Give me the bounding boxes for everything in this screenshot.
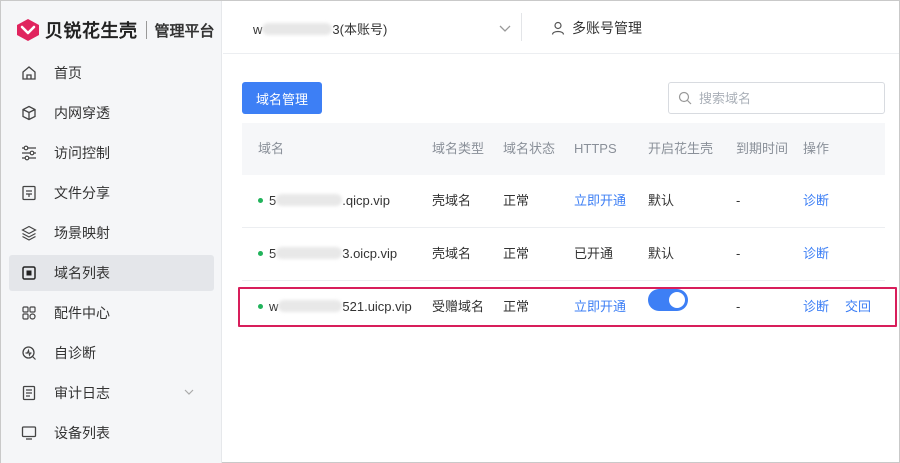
sidebar-item-scene-mapping[interactable]: 场景映射	[9, 215, 214, 251]
brand-subtitle: 管理平台	[154, 22, 215, 40]
col-status: 域名状态	[503, 141, 556, 156]
diagnose-icon	[21, 345, 37, 361]
enable-cell: 默认	[648, 246, 675, 261]
type-cell: 壳域名	[432, 193, 472, 208]
sidebar-item-label: 自诊断	[54, 345, 96, 361]
search-box[interactable]	[668, 82, 885, 114]
sidebar-item-label: 访问控制	[54, 145, 110, 161]
grid-icon	[21, 305, 37, 321]
user-icon	[551, 21, 565, 35]
enable-cell: 默认	[648, 193, 675, 208]
sidebar-item-label: 设备列表	[54, 425, 110, 441]
sidebar-item-label: 配件中心	[54, 305, 110, 321]
sidebar: 贝锐花生壳 管理平台 首页 内网穿透 访问控制 文件分享 场景映射 域名列表 配…	[1, 1, 222, 463]
expire-cell: -	[736, 299, 741, 314]
sidebar-item-accessories[interactable]: 配件中心	[9, 295, 214, 331]
sidebar-item-domain-list[interactable]: 域名列表	[9, 255, 214, 291]
cube-icon	[21, 105, 37, 121]
brand-logo[interactable]: 贝锐花生壳 管理平台	[15, 15, 215, 45]
brand-name: 贝锐花生壳	[45, 21, 138, 41]
header-divider	[521, 13, 522, 41]
return-link[interactable]: 交回	[845, 289, 871, 325]
brand-logo-icon	[17, 19, 39, 41]
status-cell: 正常	[503, 299, 530, 314]
sidebar-item-label: 场景映射	[54, 225, 110, 241]
sliders-icon	[21, 145, 37, 161]
masked-text	[276, 194, 343, 206]
scene-icon	[21, 225, 37, 241]
table-row-highlighted: w 521.uicp.vip 受赠域名 正常 立即开通 - 诊断 交回	[238, 287, 897, 327]
search-icon	[678, 91, 692, 105]
sidebar-item-label: 内网穿透	[54, 105, 110, 121]
table-row: 5 3.oicp.vip 壳域名 正常 已开通 默认 - 诊断	[242, 228, 885, 281]
online-status-dot	[258, 198, 263, 203]
col-domain: 域名	[258, 141, 285, 156]
sidebar-item-self-diagnosis[interactable]: 自诊断	[9, 335, 214, 371]
domain-cell: 5 3.oicp.vip	[258, 228, 397, 280]
chevron-down-icon[interactable]	[498, 21, 512, 35]
expire-cell: -	[736, 246, 741, 261]
diagnose-link[interactable]: 诊断	[803, 175, 829, 227]
col-enable: 开启花生壳	[648, 141, 714, 156]
diagnose-link[interactable]: 诊断	[803, 228, 829, 280]
top-header: w 3(本账号) 多账号管理	[223, 1, 899, 54]
sidebar-nav: 首页 内网穿透 访问控制 文件分享 场景映射 域名列表 配件中心 自诊断 审计日…	[9, 55, 214, 455]
sidebar-item-device-list[interactable]: 设备列表	[9, 415, 214, 451]
domain-cell: w 521.uicp.vip	[258, 289, 412, 325]
domain-cell: 5 .qicp.vip	[258, 175, 390, 227]
chevron-down-icon[interactable]	[184, 387, 194, 397]
https-cell: 已开通	[574, 246, 614, 261]
file-share-icon	[21, 185, 37, 201]
enable-toggle[interactable]	[648, 289, 688, 311]
domain-list-icon	[21, 265, 37, 281]
domain-manage-button[interactable]: 域名管理	[242, 82, 322, 114]
table-row: 5 .qicp.vip 壳域名 正常 立即开通 默认 - 诊断	[242, 175, 885, 228]
sidebar-item-label: 审计日志	[54, 385, 110, 401]
diagnose-link[interactable]: 诊断	[803, 289, 829, 325]
account-masked	[262, 23, 333, 35]
toggle-knob	[669, 292, 685, 308]
log-icon	[21, 385, 37, 401]
multi-account-button[interactable]: 多账号管理	[551, 18, 642, 38]
sidebar-item-access-control[interactable]: 访问控制	[9, 135, 214, 171]
type-cell: 壳域名	[432, 246, 472, 261]
search-input[interactable]	[699, 90, 869, 106]
sidebar-item-home[interactable]: 首页	[9, 55, 214, 91]
sidebar-item-file-share[interactable]: 文件分享	[9, 175, 214, 211]
sidebar-item-tunnel[interactable]: 内网穿透	[9, 95, 214, 131]
sidebar-item-audit-log[interactable]: 审计日志	[9, 375, 214, 411]
account-suffix: 3(本账号)	[332, 22, 388, 37]
domain-table: 域名 域名类型 域名状态 HTTPS 开启花生壳 到期时间 操作 5 .qicp.…	[238, 123, 897, 327]
col-ops: 操作	[803, 141, 830, 156]
account-prefix: w	[253, 22, 263, 37]
https-enable-link[interactable]: 立即开通	[574, 175, 626, 227]
col-type: 域名类型	[432, 141, 485, 156]
monitor-icon	[21, 425, 37, 441]
status-cell: 正常	[503, 193, 530, 208]
online-status-dot	[258, 251, 263, 256]
sidebar-item-label: 文件分享	[54, 185, 110, 201]
sidebar-item-label: 首页	[54, 65, 82, 81]
col-https: HTTPS	[574, 141, 617, 156]
type-cell: 受赠域名	[432, 299, 485, 314]
brand-divider	[145, 21, 147, 39]
https-enable-link[interactable]: 立即开通	[574, 289, 626, 325]
account-selector[interactable]: w 3(本账号)	[253, 19, 387, 38]
sidebar-item-label: 域名列表	[54, 265, 110, 281]
status-cell: 正常	[503, 246, 530, 261]
col-expire: 到期时间	[736, 141, 789, 156]
masked-text	[276, 247, 343, 259]
home-icon	[21, 65, 37, 81]
online-status-dot	[258, 304, 263, 309]
table-header: 域名 域名类型 域名状态 HTTPS 开启花生壳 到期时间 操作	[242, 123, 885, 175]
expire-cell: -	[736, 193, 741, 208]
multi-account-label: 多账号管理	[572, 20, 642, 36]
masked-text	[278, 300, 343, 312]
